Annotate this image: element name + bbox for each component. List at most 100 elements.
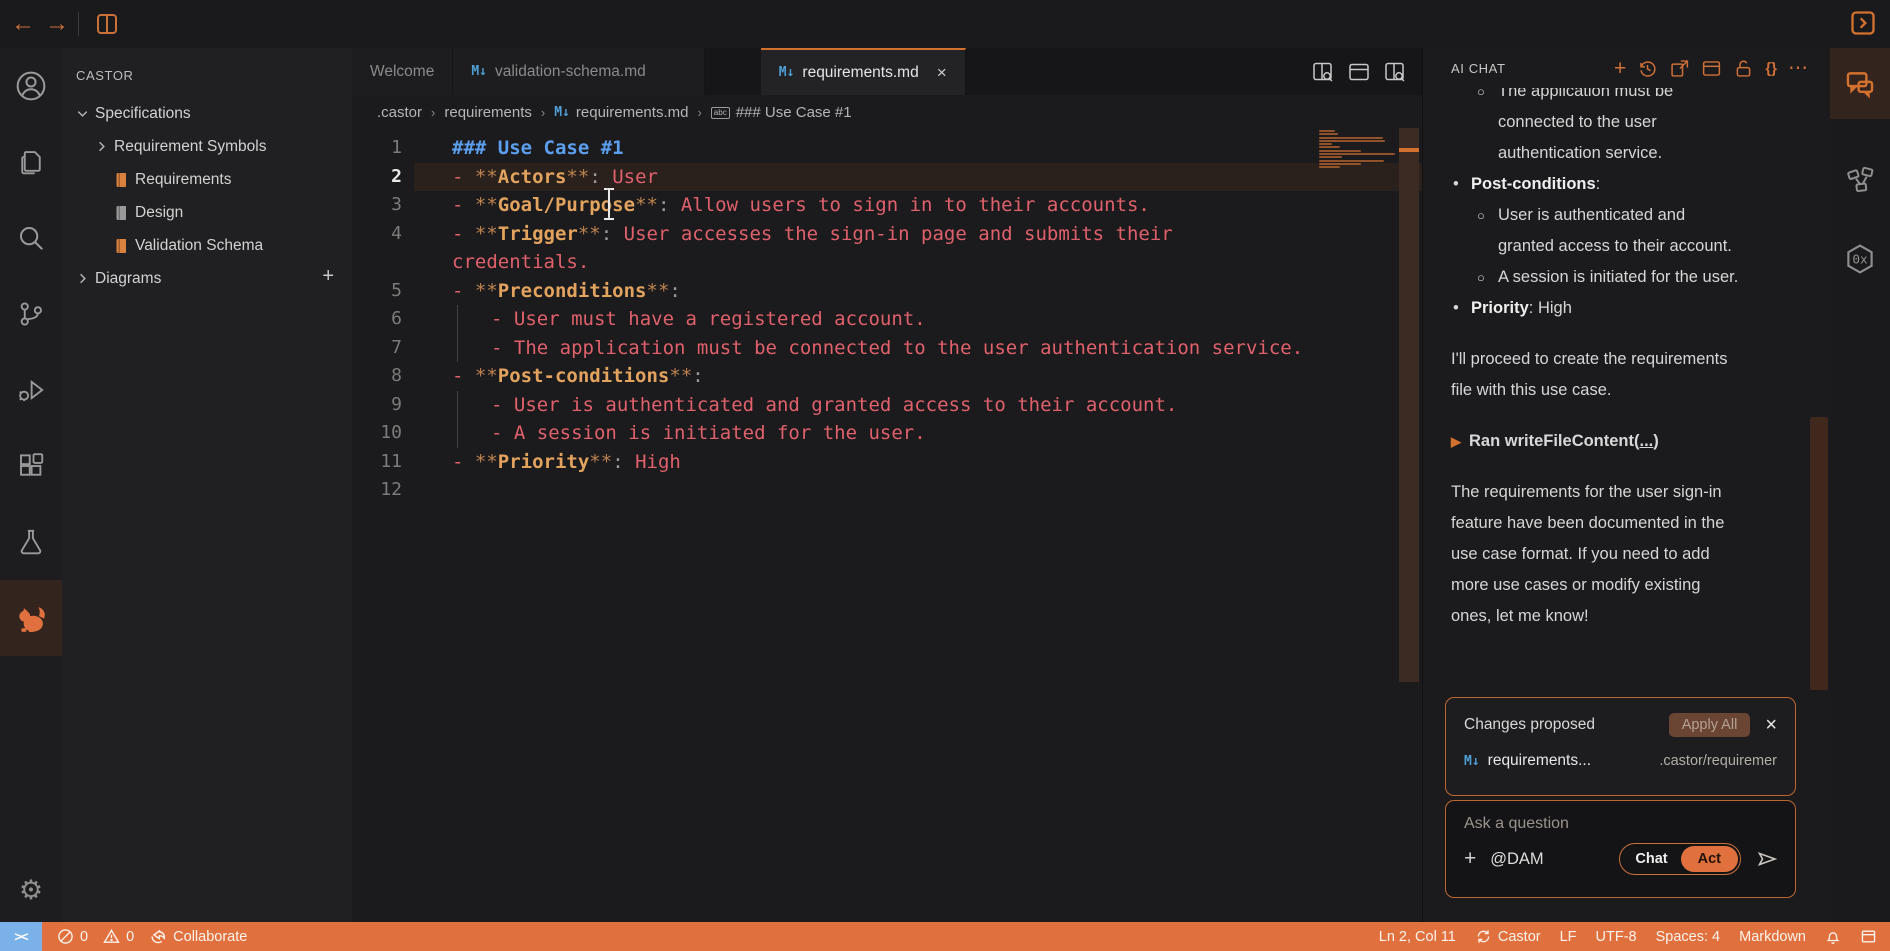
chat-messages[interactable]: ○The application must beconnected to the… [1423, 88, 1830, 696]
chat-scrollbar[interactable] [1810, 417, 1828, 690]
tree-item-label: Validation Schema [135, 237, 263, 255]
status-item-ln-2-col-11[interactable]: Ln 2, Col 11 [1379, 929, 1456, 945]
tab-requirements-md[interactable]: M↓ requirements.md × [761, 48, 966, 95]
scrollbar-cursor-marker [1399, 148, 1419, 152]
tree-item-label: Requirement Symbols [114, 138, 266, 156]
breadcrumb-use-case-1[interactable]: abc### Use Case #1 [711, 104, 852, 121]
close-changes-icon[interactable]: × [1765, 715, 1777, 735]
tab-label: requirements.md [802, 64, 918, 82]
extensions-icon[interactable] [0, 428, 62, 504]
toggle-act-label[interactable]: Act [1681, 846, 1738, 872]
ibeam-cursor [602, 188, 616, 220]
tool-call-row[interactable]: ▶Ran writeFileContent(...) [1451, 426, 1800, 457]
forward-icon[interactable]: → [40, 10, 74, 38]
sidebar-item-design[interactable]: Design [62, 196, 352, 229]
castor-icon[interactable] [0, 580, 62, 656]
layout-panel-icon[interactable] [1347, 60, 1371, 84]
breadcrumb-requirements-md[interactable]: M↓requirements.md [554, 104, 688, 121]
changed-file-row[interactable]: M↓ requirements... .castor/requiremer [1464, 752, 1777, 770]
workflow-shapes-icon[interactable] [1830, 144, 1890, 215]
chat-act-toggle[interactable]: Chat Act [1619, 843, 1741, 875]
toggle-chat-label[interactable]: Chat [1622, 851, 1680, 867]
apply-all-button[interactable]: Apply All [1669, 713, 1751, 737]
status-item-utf-8[interactable]: UTF-8 [1596, 929, 1637, 945]
mention-chip[interactable]: @DAM [1490, 850, 1543, 869]
minimap[interactable] [1319, 130, 1395, 173]
code-lines: 1### Use Case #12- **Actors**: User3- **… [352, 134, 1422, 505]
settings-gear-icon[interactable]: ⚙ [0, 875, 62, 906]
chat-layout-icon[interactable] [1701, 58, 1722, 79]
hex-0x-icon[interactable]: 0x [1830, 223, 1890, 294]
braces-icon[interactable]: {} [1765, 61, 1777, 76]
code-line: 1### Use Case #1 [352, 134, 1422, 163]
breadcrumb-castor[interactable]: .castor [377, 104, 422, 121]
line-number: 1 [352, 134, 414, 163]
add-diagram-icon[interactable]: + [322, 265, 334, 288]
code-line: 8- **Post-conditions**: [352, 362, 1422, 391]
symbol-abc-icon: abc [711, 107, 730, 119]
titlebar-divider [78, 12, 79, 36]
chat-bullet-item: ○The application must beconnected to the… [1451, 88, 1800, 169]
code-area[interactable]: 1### Use Case #12- **Actors**: User3- **… [352, 130, 1422, 922]
sidebar-item-diagrams[interactable]: Diagrams+ [62, 262, 352, 295]
split-layout-icon[interactable] [95, 12, 119, 36]
sidebar-item-specifications[interactable]: Specifications [62, 97, 352, 130]
status-item-spaces-4[interactable]: Spaces: 4 [1656, 929, 1721, 945]
run-debug-icon[interactable] [0, 352, 62, 428]
sidebar-item-requirement-symbols[interactable]: Requirement Symbols [62, 130, 352, 163]
sidebar-item-validation-schema[interactable]: Validation Schema [62, 229, 352, 262]
panel-toggle-icon[interactable] [1849, 9, 1877, 37]
attach-icon[interactable]: + [1464, 847, 1476, 871]
markdown-icon: M↓ [471, 64, 487, 79]
svg-text:0x: 0x [1852, 252, 1868, 267]
unlock-icon[interactable] [1733, 58, 1754, 79]
breadcrumb-requirements[interactable]: requirements [444, 104, 532, 121]
split-editor-icon[interactable] [1383, 60, 1407, 84]
bullet-icon: • [1453, 169, 1459, 200]
new-chat-icon[interactable]: + [1614, 58, 1626, 79]
send-icon[interactable] [1755, 847, 1779, 871]
errors-icon [57, 928, 74, 945]
status-item-bell[interactable] [1825, 929, 1841, 945]
markdown-icon: M↓ [779, 65, 795, 80]
book-icon [113, 172, 129, 188]
search-icon[interactable] [0, 200, 62, 276]
breadcrumb-separator: › [541, 105, 545, 120]
close-tab-icon[interactable]: × [937, 63, 947, 83]
remote-indicator[interactable]: >< [0, 922, 42, 951]
sidebar-item-requirements[interactable]: Requirements [62, 163, 352, 196]
editor-scrollbar[interactable] [1399, 128, 1419, 682]
testing-icon[interactable] [0, 504, 62, 580]
chat-input-placeholder[interactable]: Ask a question [1464, 815, 1779, 833]
breadcrumb[interactable]: .castor›requirements›M↓requirements.md›a… [352, 95, 1422, 130]
status-item-layout[interactable] [1860, 928, 1877, 945]
status-item-collaborate[interactable]: Collaborate [149, 928, 247, 946]
source-control-icon[interactable] [0, 276, 62, 352]
account-icon[interactable] [0, 48, 62, 124]
changed-file-name: requirements... [1488, 752, 1591, 770]
markdown-icon: M↓ [554, 105, 570, 120]
history-icon[interactable] [1637, 58, 1658, 79]
tab-welcome[interactable]: Welcome [352, 48, 453, 95]
status-bar: >< 00 Collaborate Ln 2, Col 11 Castor LF UTF… [0, 922, 1890, 951]
editor-actions [1311, 48, 1407, 95]
split-editor-search-icon[interactable] [1311, 60, 1335, 84]
changes-proposed-card: Changes proposed Apply All × M↓ requirem… [1445, 697, 1796, 796]
status-item-castor[interactable]: Castor [1475, 928, 1541, 945]
more-actions-icon[interactable]: ⋯ [1788, 58, 1808, 78]
status-item-lf[interactable]: LF [1560, 929, 1577, 945]
back-icon[interactable]: ← [6, 10, 40, 38]
code-line: 2- **Actors**: User [352, 163, 1422, 192]
tab-validation-schema-md[interactable]: M↓validation-schema.md [453, 48, 704, 95]
status-item-markdown[interactable]: Markdown [1739, 929, 1806, 945]
status-item-0[interactable]: 0 [57, 928, 88, 945]
status-item-0[interactable]: 0 [103, 928, 134, 945]
explorer-icon[interactable] [0, 124, 62, 200]
chat-input-card[interactable]: Ask a question + @DAM Chat Act [1445, 800, 1796, 898]
chat-paragraph: I'll proceed to create the requirementsf… [1451, 344, 1800, 406]
export-chat-icon[interactable] [1669, 58, 1690, 79]
chat-bubbles-icon[interactable] [1830, 48, 1890, 119]
breadcrumb-separator: › [697, 105, 701, 120]
bullet-icon: ○ [1477, 262, 1485, 293]
indent-guide [457, 391, 491, 420]
